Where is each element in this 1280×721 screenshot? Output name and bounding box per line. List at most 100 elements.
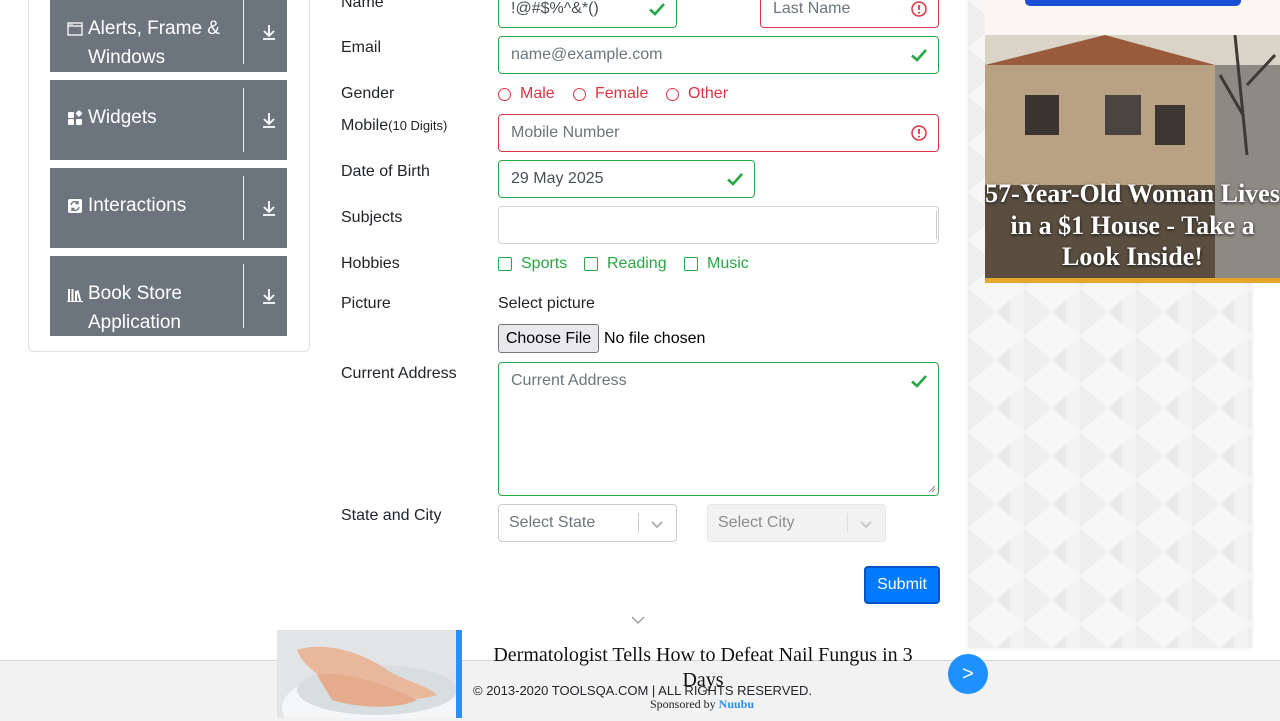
email-input[interactable]: name@example.com xyxy=(498,36,939,74)
download-arrow-icon[interactable] xyxy=(260,111,278,129)
mobile-label-text: Mobile xyxy=(341,117,389,134)
check-icon xyxy=(649,3,665,16)
ad-top-button[interactable] xyxy=(1025,0,1241,6)
dob-input[interactable]: 29 May 2025 xyxy=(498,160,755,198)
email-label: Email xyxy=(341,39,382,56)
download-arrow-icon[interactable] xyxy=(260,23,278,41)
bottom-ad-title[interactable]: Dermatologist Tells How to Defeat Nail F… xyxy=(478,643,928,693)
submit-button[interactable]: Submit xyxy=(864,566,940,604)
email-placeholder: name@example.com xyxy=(511,46,663,63)
sidebar-group-bookstore[interactable]: Book Store Application xyxy=(50,256,287,336)
current-address-label: Current Address xyxy=(341,365,457,382)
sidebar-group-label: Book Store Application xyxy=(67,279,182,337)
mobile-placeholder: Mobile Number xyxy=(511,124,620,141)
divider xyxy=(243,176,244,240)
mobile-hint: (10 Digits) xyxy=(388,118,448,133)
ad-next-button[interactable]: > xyxy=(948,654,988,694)
sidebar-group-text: Widgets xyxy=(88,107,157,128)
sidebar-group-widgets[interactable]: Widgets xyxy=(50,80,287,160)
check-icon xyxy=(911,375,927,388)
mobile-label: Mobile(10 Digits) xyxy=(341,117,447,135)
subjects-input[interactable] xyxy=(498,206,939,244)
check-icon xyxy=(727,173,743,186)
sidebar-group-label-line1: Book Store xyxy=(88,283,182,304)
current-address-placeholder: Current Address xyxy=(511,372,627,389)
sidebar-group-interactions[interactable]: Interactions xyxy=(50,168,287,248)
name-label: Name xyxy=(341,0,384,11)
subjects-label: Subjects xyxy=(341,209,403,226)
sidebar-group-label-line1: Alerts, Frame & xyxy=(88,18,220,39)
radio-button[interactable] xyxy=(666,87,679,101)
error-icon xyxy=(911,125,927,141)
sidebar-group-alerts[interactable]: Alerts, Frame & Windows xyxy=(50,0,287,72)
choose-file-button[interactable]: Choose File xyxy=(498,324,599,353)
sidebar-group-text: Interactions xyxy=(88,195,187,216)
ad-accent-line xyxy=(456,630,462,718)
city-select[interactable]: Select City xyxy=(707,504,886,542)
select-separator xyxy=(638,513,639,533)
sponsored-label: Sponsored by Nuubu xyxy=(650,697,754,712)
hobby-option-label: Music xyxy=(707,255,749,272)
checkbox[interactable] xyxy=(684,257,698,271)
ad-feet-image[interactable] xyxy=(277,630,456,718)
checkbox[interactable] xyxy=(584,257,598,271)
sidebar-group-label-line2: Windows xyxy=(88,47,166,68)
bookshelf-icon xyxy=(67,289,83,302)
radio-button[interactable] xyxy=(573,87,586,101)
gender-option-female[interactable]: Female xyxy=(573,85,648,103)
state-select[interactable]: Select State xyxy=(498,504,677,542)
sidebar-group-label: Alerts, Frame & Windows xyxy=(67,14,220,72)
sidebar-group-label: Widgets xyxy=(67,103,157,132)
chevron-down-icon xyxy=(651,521,663,529)
state-city-label: State and City xyxy=(341,507,442,524)
picture-label: Picture xyxy=(341,295,391,312)
widgets-icon xyxy=(68,110,83,125)
download-arrow-icon[interactable] xyxy=(260,287,278,305)
gender-option-label: Male xyxy=(520,85,555,102)
last-name-placeholder: Last Name xyxy=(773,0,851,17)
check-icon xyxy=(911,49,927,62)
select-separator xyxy=(847,513,848,533)
download-arrow-icon[interactable] xyxy=(260,199,278,217)
sidebar-group-label: Interactions xyxy=(67,191,186,220)
select-picture-label: Select picture xyxy=(498,295,595,312)
first-name-input[interactable]: !@#$%^&*() xyxy=(498,0,677,28)
gender-option-label: Other xyxy=(688,85,729,102)
sponsored-prefix: Sponsored by xyxy=(650,697,716,711)
file-status: No file chosen xyxy=(604,330,706,347)
divider xyxy=(243,264,244,328)
dob-label: Date of Birth xyxy=(341,163,430,180)
chevron-down-icon xyxy=(860,521,872,529)
radio-button[interactable] xyxy=(498,87,511,101)
hobby-option-label: Reading xyxy=(607,255,667,272)
hobby-option-reading[interactable]: Reading xyxy=(584,255,667,273)
gender-option-other[interactable]: Other xyxy=(666,85,728,103)
window-icon xyxy=(67,22,83,36)
state-placeholder: Select State xyxy=(509,514,596,531)
ad-headline[interactable]: 57-Year-Old Woman Lives in a $1 House - … xyxy=(985,178,1280,273)
checkbox[interactable] xyxy=(498,257,512,271)
first-name-value: !@#$%^&*() xyxy=(511,0,599,17)
hobby-option-music[interactable]: Music xyxy=(684,255,749,273)
resize-handle-icon[interactable] xyxy=(928,485,936,493)
chevron-down-icon[interactable] xyxy=(630,614,646,626)
interactions-icon xyxy=(68,199,82,213)
city-placeholder: Select City xyxy=(718,514,795,531)
current-address-textarea[interactable]: Current Address xyxy=(498,362,939,496)
mobile-input[interactable]: Mobile Number xyxy=(498,114,939,152)
hobby-option-sports[interactable]: Sports xyxy=(498,255,567,273)
sidebar-group-label-line2: Application xyxy=(88,312,181,333)
divider xyxy=(243,0,244,64)
last-name-input[interactable]: Last Name xyxy=(760,0,939,28)
hobby-option-label: Sports xyxy=(521,255,568,272)
dob-value: 29 May 2025 xyxy=(511,170,604,187)
ad-accent-bar xyxy=(985,278,1280,283)
hobbies-label: Hobbies xyxy=(341,255,400,272)
error-icon xyxy=(911,1,927,17)
gender-option-male[interactable]: Male xyxy=(498,85,555,103)
divider xyxy=(243,88,244,152)
sponsor-name[interactable]: Nuubu xyxy=(719,697,754,711)
gender-option-label: Female xyxy=(595,85,649,102)
gender-label: Gender xyxy=(341,85,395,102)
subjects-input-separator xyxy=(936,211,937,239)
